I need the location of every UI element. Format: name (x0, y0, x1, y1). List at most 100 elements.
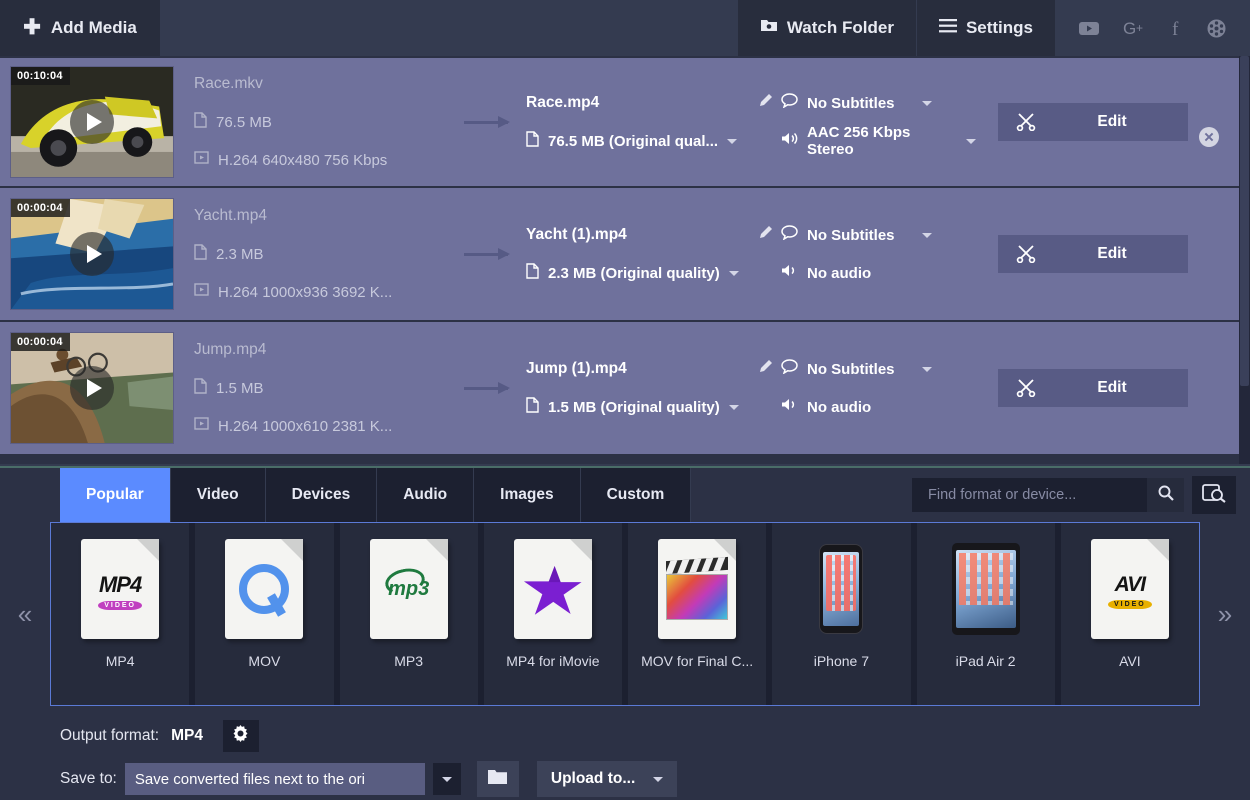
table-row[interactable]: 00:10:04 Race.mkv 76.5 MB H.264 640x480 … (0, 56, 1250, 188)
svg-text:G: G (1123, 19, 1136, 37)
tab-custom[interactable]: Custom (580, 468, 692, 522)
facebook-icon[interactable]: f (1171, 18, 1183, 38)
save-to-path-field[interactable]: Save converted files next to the ori (124, 763, 425, 795)
conversion-arrow (464, 381, 526, 394)
source-file-size: 1.5 MB (216, 379, 264, 397)
pencil-icon[interactable] (758, 93, 773, 113)
save-to-row: Save to: Save converted files next to th… (60, 761, 678, 797)
watch-folder-label: Watch Folder (786, 18, 894, 37)
file-icon (526, 130, 539, 152)
format-card-mp4[interactable]: MP4 VIDEO MP4 (51, 523, 196, 705)
settings-label: Settings (965, 18, 1033, 37)
search-input[interactable] (928, 487, 1147, 503)
output-size-line[interactable]: 1.5 MB (Original quality) (526, 388, 781, 426)
upload-to-button[interactable]: Upload to... (536, 761, 678, 797)
chevron-down-icon[interactable] (921, 366, 932, 372)
output-size-line[interactable]: 2.3 MB (Original quality) (526, 254, 781, 292)
options-column: No Subtitles No audio (781, 216, 998, 292)
format-card-strip: MP4 VIDEO MP4 MOV mp3 MP3 MP4 for iMovie… (50, 522, 1200, 706)
settings-button[interactable]: Settings (915, 0, 1055, 56)
source-name-line: Jump.mp4 (194, 331, 464, 369)
format-card-label: MOV for Final C... (641, 653, 754, 669)
media-list-scrollbar[interactable] (1239, 56, 1250, 464)
format-card-mp4-imovie[interactable]: MP4 for iMovie (483, 523, 628, 705)
tab-video[interactable]: Video (170, 468, 266, 522)
format-card-mov[interactable]: MOV (195, 523, 340, 705)
scroll-right-button[interactable]: » (1200, 522, 1250, 706)
scrollbar-thumb[interactable] (1240, 56, 1249, 386)
table-row[interactable]: 00:00:04 Yacht.mp4 2.3 MB H.264 1000x936… (0, 188, 1250, 411)
final-cut-icon (649, 537, 745, 641)
audio-value: No audio (807, 398, 872, 416)
source-column: Yacht.mp4 2.3 MB H.264 1000x936 3692 K..… (174, 197, 464, 311)
tab-images[interactable]: Images (474, 468, 581, 522)
play-icon[interactable] (70, 232, 114, 276)
remove-item-button[interactable] (1198, 126, 1220, 148)
tab-audio[interactable]: Audio (377, 468, 475, 522)
output-column: Jump (1).mp4 1.5 MB (Original quality) (526, 350, 781, 426)
chevron-down-icon[interactable] (727, 138, 738, 144)
search-button[interactable] (1147, 478, 1184, 512)
chevron-down-icon[interactable] (728, 404, 739, 410)
search-icon (1158, 485, 1174, 506)
browse-folder-button[interactable] (476, 761, 519, 797)
format-card-label: MP4 for iMovie (506, 653, 600, 669)
media-list[interactable]: 00:10:04 Race.mkv 76.5 MB H.264 640x480 … (0, 56, 1250, 464)
source-codec-line: H.264 640x480 756 Kbps (194, 141, 464, 179)
add-media-button[interactable]: ✚ Add Media (0, 0, 160, 56)
chevron-down-icon[interactable] (921, 100, 932, 106)
audio-line[interactable]: No audio (781, 388, 998, 426)
bottom-bar: Output format: MP4 Save to: Save convert… (0, 706, 1250, 800)
googleplus-icon[interactable]: G + (1123, 19, 1147, 37)
pencil-icon[interactable] (758, 225, 773, 245)
subtitle-line[interactable]: No Subtitles (781, 216, 998, 254)
tabs-spacer (691, 468, 912, 522)
video-thumbnail[interactable]: 00:10:04 (10, 66, 174, 178)
format-search-box[interactable] (912, 478, 1147, 512)
output-file-size: 76.5 MB (Original qual... (548, 132, 719, 150)
output-file-name: Jump (1).mp4 (526, 360, 627, 377)
edit-button[interactable]: Edit (998, 103, 1188, 141)
format-card-mov-finalcut[interactable]: MOV for Final C... (628, 523, 773, 705)
output-file-size: 1.5 MB (Original quality) (548, 398, 720, 416)
output-column: Yacht (1).mp4 2.3 MB (Original quality) (526, 216, 781, 292)
chevron-down-icon[interactable] (728, 270, 739, 276)
chevron-down-icon[interactable] (921, 232, 932, 238)
avi-file-icon: AVI VIDEO (1082, 537, 1178, 641)
format-card-iphone7[interactable]: iPhone 7 (772, 523, 917, 705)
pencil-icon[interactable] (758, 359, 773, 379)
edit-button[interactable]: Edit (998, 235, 1188, 273)
tab-label: Custom (606, 486, 665, 503)
gear-icon (232, 725, 249, 747)
save-to-dropdown-button[interactable] (432, 763, 461, 795)
video-thumbnail[interactable]: 00:00:04 (10, 332, 174, 444)
subtitle-line[interactable]: No Subtitles (781, 84, 998, 122)
format-card-ipad-air-2[interactable]: iPad Air 2 (916, 523, 1061, 705)
audio-line[interactable]: No audio (781, 254, 998, 292)
video-thumbnail[interactable]: 00:00:04 (10, 198, 174, 310)
film-reel-icon[interactable] (1207, 19, 1226, 38)
tab-devices[interactable]: Devices (265, 468, 378, 522)
play-icon[interactable] (70, 100, 114, 144)
chevron-down-icon[interactable] (966, 138, 976, 144)
video-stream-icon (194, 282, 209, 302)
source-file-size: 76.5 MB (216, 113, 272, 131)
subtitle-line[interactable]: No Subtitles (781, 350, 998, 388)
mp4-file-icon: MP4 VIDEO (72, 537, 168, 641)
audio-line[interactable]: AAC 256 Kbps Stereo (781, 122, 998, 160)
play-icon[interactable] (70, 366, 114, 410)
output-size-line[interactable]: 76.5 MB (Original qual... (526, 122, 781, 160)
scroll-left-button[interactable]: « (0, 522, 50, 706)
format-settings-button[interactable] (222, 720, 259, 752)
table-row[interactable]: 00:00:04 Jump.mp4 1.5 MB H.264 1000x610 … (0, 322, 1250, 456)
youtube-icon[interactable] (1079, 21, 1099, 36)
tab-popular[interactable]: Popular (60, 468, 171, 522)
format-gallery: « MP4 VIDEO MP4 MOV mp3 MP3 MP4 for iMov… (0, 522, 1250, 706)
format-card-avi[interactable]: AVI VIDEO AVI (1060, 523, 1199, 705)
format-card-mp3[interactable]: mp3 MP3 (339, 523, 484, 705)
file-icon (526, 396, 539, 418)
watch-folder-button[interactable]: Watch Folder (737, 0, 916, 56)
device-detect-button[interactable] (1192, 476, 1236, 514)
edit-button[interactable]: Edit (998, 369, 1188, 407)
